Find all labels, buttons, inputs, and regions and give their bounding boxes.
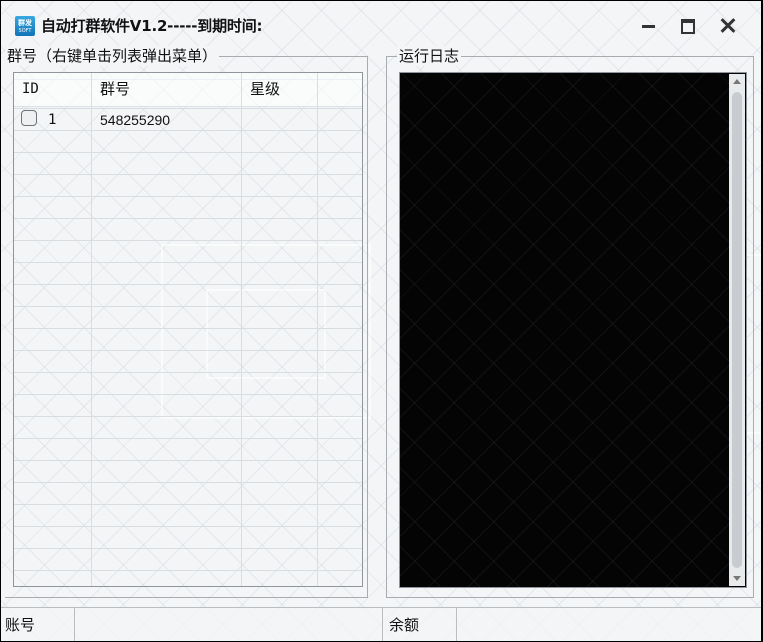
log-scrollbar[interactable] bbox=[729, 74, 745, 586]
app-logo-icon: 群发 SOFT bbox=[15, 16, 35, 36]
row-id: 1 bbox=[48, 112, 57, 128]
column-header-id[interactable]: ID bbox=[14, 73, 92, 106]
log-output[interactable] bbox=[399, 72, 747, 588]
scroll-down-arrow-icon[interactable] bbox=[729, 570, 745, 586]
account-label: 账号 bbox=[1, 608, 75, 641]
list-header: ID 群号 星级 bbox=[14, 73, 362, 107]
close-button[interactable] bbox=[714, 13, 742, 37]
log-groupbox-title: 运行日志 bbox=[397, 46, 462, 66]
column-header-group[interactable]: 群号 bbox=[92, 73, 242, 106]
row-group-number: 548255290 bbox=[100, 112, 171, 128]
groups-groupbox-title: 群号（右键单击列表弹出菜单） bbox=[5, 46, 220, 66]
maximize-button[interactable] bbox=[674, 13, 702, 37]
table-row[interactable]: 1 548255290 bbox=[14, 109, 362, 131]
window-title: 自动打群软件V1.2-----到期时间: bbox=[41, 17, 263, 35]
group-list[interactable]: ID 群号 星级 1 548255290 bbox=[13, 72, 363, 587]
status-bar: 账号 余额 bbox=[1, 607, 761, 641]
main-window: 群发 SOFT 自动打群软件V1.2-----到期时间: 群号（右键单击列表弹出菜… bbox=[1, 1, 761, 641]
balance-label: 余额 bbox=[383, 608, 457, 641]
scroll-up-arrow-icon[interactable] bbox=[729, 74, 745, 90]
account-value bbox=[75, 608, 383, 641]
scroll-thumb[interactable] bbox=[732, 92, 742, 568]
balance-value bbox=[457, 608, 761, 641]
column-header-star[interactable]: 星级 bbox=[242, 73, 318, 106]
title-bar[interactable]: 群发 SOFT 自动打群软件V1.2-----到期时间: bbox=[1, 1, 761, 45]
minimize-button[interactable] bbox=[635, 13, 663, 37]
row-checkbox[interactable] bbox=[21, 110, 37, 126]
